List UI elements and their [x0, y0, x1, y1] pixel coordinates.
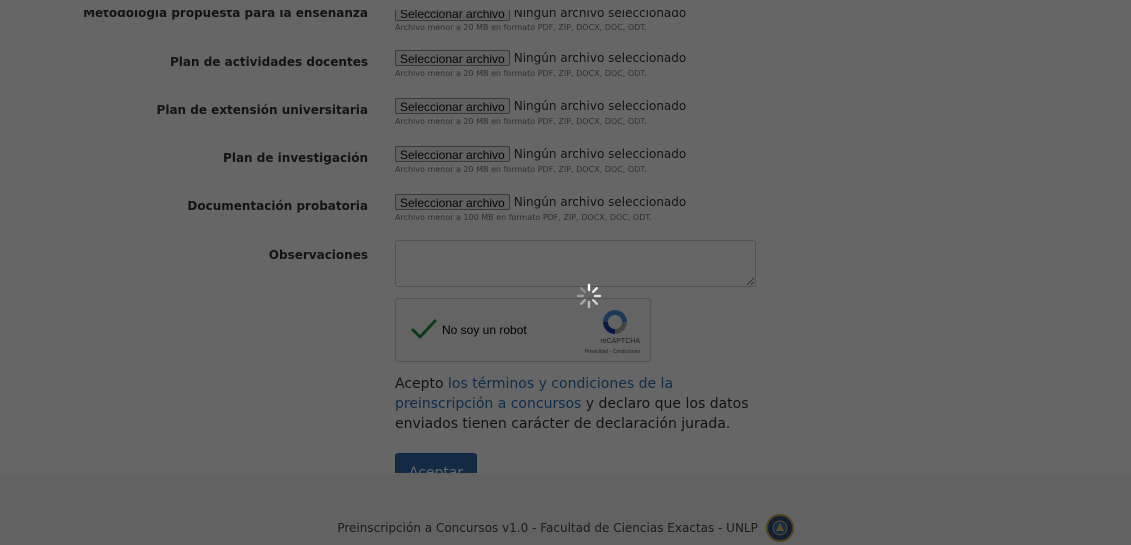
footer-line: Preinscripción a Concursos v1.0 - Facult…: [0, 514, 1131, 542]
recaptcha-brand: reCAPTCHA: [600, 338, 640, 345]
file-input-actividades-docentes[interactable]: Seleccionar archivo Ningún archivo selec…: [395, 49, 686, 67]
observaciones-textarea[interactable]: [395, 240, 756, 287]
file-input-investigacion[interactable]: Seleccionar archivo Ningún archivo selec…: [395, 145, 686, 163]
file-hint: Archivo menor a 20 MB en formato PDF, ZI…: [395, 23, 647, 32]
terms-statement: Acepto los términos y condiciones de la …: [395, 374, 760, 434]
loading-spinner-icon: [576, 283, 602, 309]
field-label: Metodología propuesta para la enseñanza: [83, 10, 368, 20]
file-status: Ningún archivo seleccionado: [513, 147, 687, 161]
footer-text: Preinscripción a Concursos v1.0 - Facult…: [337, 521, 758, 535]
file-hint: Archivo menor a 100 MB en formato PDF, Z…: [395, 213, 652, 222]
recaptcha-widget: No soy un robot reCAPTCHA Privacidad - C…: [395, 298, 651, 362]
file-input-metodologia[interactable]: Seleccionar archivo Ningún archivo selec…: [395, 10, 686, 22]
file-input-extension-universitaria[interactable]: Seleccionar archivo Ningún archivo selec…: [395, 97, 686, 115]
file-input-documentacion-probatoria[interactable]: Seleccionar archivo Ningún archivo selec…: [395, 193, 686, 211]
file-hint: Archivo menor a 20 MB en formato PDF, ZI…: [395, 117, 647, 126]
checkmark-icon[interactable]: [410, 317, 438, 341]
recaptcha-links[interactable]: Privacidad - Condiciones: [585, 349, 640, 355]
recaptcha-label: No soy un robot: [442, 323, 527, 337]
recaptcha-logo-icon: [603, 310, 627, 334]
select-file-button[interactable]: Seleccionar archivo: [395, 194, 510, 210]
select-file-button[interactable]: Seleccionar archivo: [395, 98, 510, 114]
page-footer: Preinscripción a Concursos v1.0 - Facult…: [0, 473, 1131, 545]
file-status: Ningún archivo seleccionado: [513, 99, 687, 113]
file-hint: Archivo menor a 20 MB en formato PDF, ZI…: [395, 165, 647, 174]
file-hint: Archivo menor a 20 MB en formato PDF, ZI…: [395, 69, 647, 78]
unlp-seal-icon: [765, 514, 794, 542]
file-status: Ningún archivo seleccionado: [513, 195, 687, 209]
field-label: Plan de investigación: [223, 151, 368, 165]
terms-prefix: Acepto: [395, 376, 449, 392]
field-label: Plan de extensión universitaria: [156, 103, 368, 117]
file-status: Ningún archivo seleccionado: [513, 51, 687, 65]
accept-button[interactable]: Aceptar: [395, 453, 477, 473]
preinscription-form: Metodología propuesta para la enseñanza …: [0, 10, 1131, 473]
field-label: Documentación probatoria: [187, 199, 368, 213]
file-status: Ningún archivo seleccionado: [513, 10, 687, 20]
select-file-button[interactable]: Seleccionar archivo: [395, 146, 510, 162]
top-bar: [0, 0, 1131, 10]
select-file-button[interactable]: Seleccionar archivo: [395, 50, 510, 66]
field-label: Plan de actividades docentes: [169, 55, 368, 69]
observaciones-label: Observaciones: [268, 248, 368, 262]
select-file-button[interactable]: Seleccionar archivo: [395, 10, 510, 21]
